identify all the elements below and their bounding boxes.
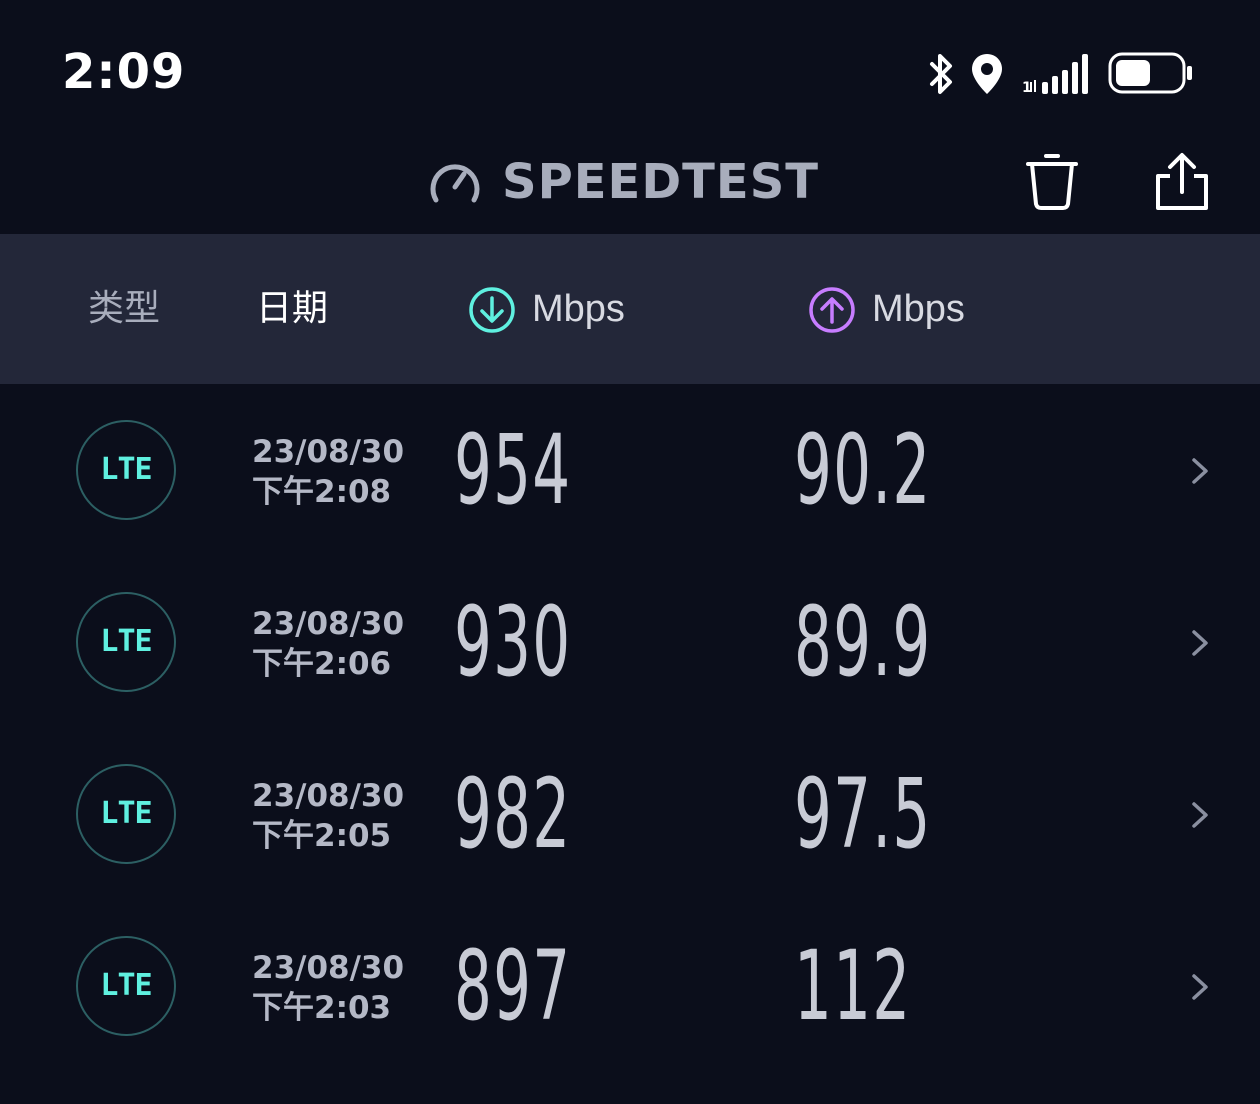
- download-speed: 897: [454, 930, 572, 1042]
- download-speed: 982: [454, 758, 572, 870]
- delete-button[interactable]: [1022, 152, 1082, 212]
- connection-type-badge: LTE: [76, 764, 176, 864]
- result-time: 下午2:05: [252, 818, 392, 854]
- upload-speed: 97.5: [794, 758, 932, 870]
- column-header-bar: 类型 日期 Mbps Mbps: [0, 234, 1260, 384]
- result-date: 23/08/30: [252, 606, 405, 642]
- upload-speed: 89.9: [794, 586, 932, 698]
- chevron-right-icon: [1192, 802, 1208, 828]
- column-type[interactable]: 类型: [88, 284, 160, 334]
- upload-speed: 90.2: [794, 414, 932, 526]
- connection-type-label: LTE: [100, 452, 152, 487]
- column-download[interactable]: Mbps: [468, 284, 668, 334]
- result-date: 23/08/30: [252, 434, 405, 470]
- chevron-right-icon: [1192, 974, 1208, 1000]
- results-list: LTE 23/08/30 下午2:08 954 90.2 LTE 23/08/3…: [0, 384, 1260, 1072]
- chevron-right-icon: [1192, 458, 1208, 484]
- result-time: 下午2:06: [252, 646, 392, 682]
- download-speed: 954: [454, 414, 572, 526]
- connection-type-badge: LTE: [76, 420, 176, 520]
- speedometer-icon: [430, 164, 480, 203]
- result-row[interactable]: LTE 23/08/30 下午2:05 982 97.5: [0, 728, 1260, 900]
- upload-unit-label: Mbps: [872, 288, 965, 330]
- share-button[interactable]: [1152, 152, 1212, 212]
- battery-icon: [1108, 52, 1192, 94]
- column-upload[interactable]: Mbps: [808, 284, 1008, 334]
- column-date[interactable]: 日期: [256, 284, 328, 334]
- connection-type-badge: LTE: [76, 592, 176, 692]
- result-row[interactable]: LTE 23/08/30 下午2:08 954 90.2: [0, 384, 1260, 556]
- status-bar: 2:09 1: [0, 0, 1260, 130]
- result-date: 23/08/30: [252, 950, 405, 986]
- app-header: SPEEDTEST: [0, 130, 1260, 234]
- result-row[interactable]: LTE 23/08/30 下午2:06 930 89.9: [0, 556, 1260, 728]
- bluetooth-icon: [930, 54, 952, 94]
- download-unit-label: Mbps: [532, 288, 625, 330]
- download-arrow-icon: [469, 287, 515, 333]
- connection-type-label: LTE: [100, 968, 152, 1003]
- status-icons: 1: [926, 46, 1196, 102]
- upload-arrow-icon: [809, 287, 855, 333]
- trash-icon: [1026, 154, 1078, 210]
- result-date: 23/08/30: [252, 778, 405, 814]
- cellular-signal-icon: 1: [1022, 54, 1088, 96]
- location-icon: [972, 54, 1002, 94]
- upload-speed: 112: [794, 930, 912, 1042]
- result-time: 下午2:03: [252, 990, 392, 1026]
- chevron-right-icon: [1192, 630, 1208, 656]
- share-icon: [1156, 153, 1208, 210]
- connection-type-label: LTE: [100, 796, 152, 831]
- result-time: 下午2:08: [252, 474, 392, 510]
- connection-type-badge: LTE: [76, 936, 176, 1036]
- connection-type-label: LTE: [100, 624, 152, 659]
- result-row[interactable]: LTE 23/08/30 下午2:03 897 112: [0, 900, 1260, 1072]
- status-time: 2:09: [62, 44, 186, 100]
- app-title: SPEEDTEST: [502, 154, 820, 210]
- download-speed: 930: [454, 586, 572, 698]
